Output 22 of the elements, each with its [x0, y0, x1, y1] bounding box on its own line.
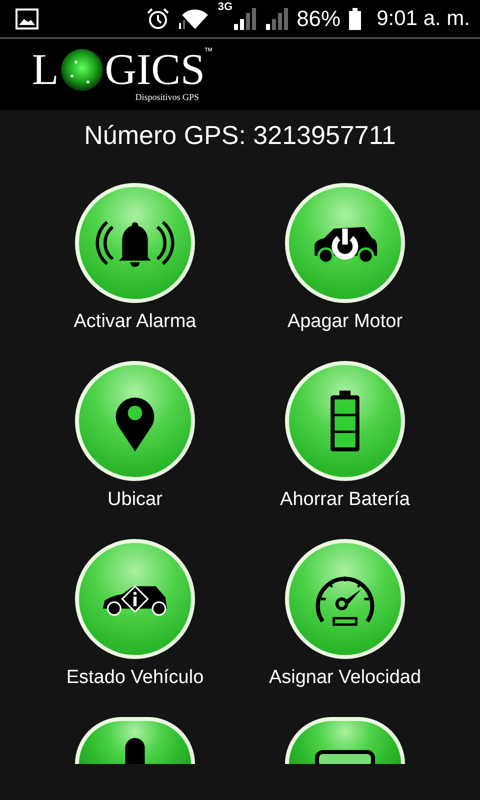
- signal-icon: [264, 6, 289, 30]
- signal-icon: [232, 6, 257, 30]
- logo-tagline: Dispositivos GPS: [135, 92, 199, 102]
- button-label: Ahorrar Batería: [280, 489, 410, 512]
- button-label: Asignar Velocidad: [268, 667, 422, 690]
- logo-text: L: [32, 50, 59, 90]
- clock-time: 9:01 a. m.: [376, 6, 470, 30]
- battery-icon: [348, 8, 361, 30]
- image-icon: [15, 8, 39, 30]
- alarm-clock-icon: [146, 6, 170, 30]
- trademark-sign: ™: [204, 46, 213, 56]
- battery-percent: 86%: [296, 6, 341, 32]
- wifi-icon: [178, 6, 210, 30]
- radar-icon: [60, 48, 104, 92]
- rounded-bar-icon: [315, 750, 375, 764]
- gps-number-title: Número GPS: 3213957711: [84, 120, 396, 150]
- network-type: 3G: [218, 0, 233, 12]
- logo-text: GICS: [104, 50, 205, 90]
- button-label: Estado Vehículo: [66, 667, 204, 690]
- button-label: Activar Alarma: [74, 311, 196, 334]
- button-label: Ubicar: [108, 489, 162, 512]
- button-label: Apagar Motor: [287, 311, 403, 334]
